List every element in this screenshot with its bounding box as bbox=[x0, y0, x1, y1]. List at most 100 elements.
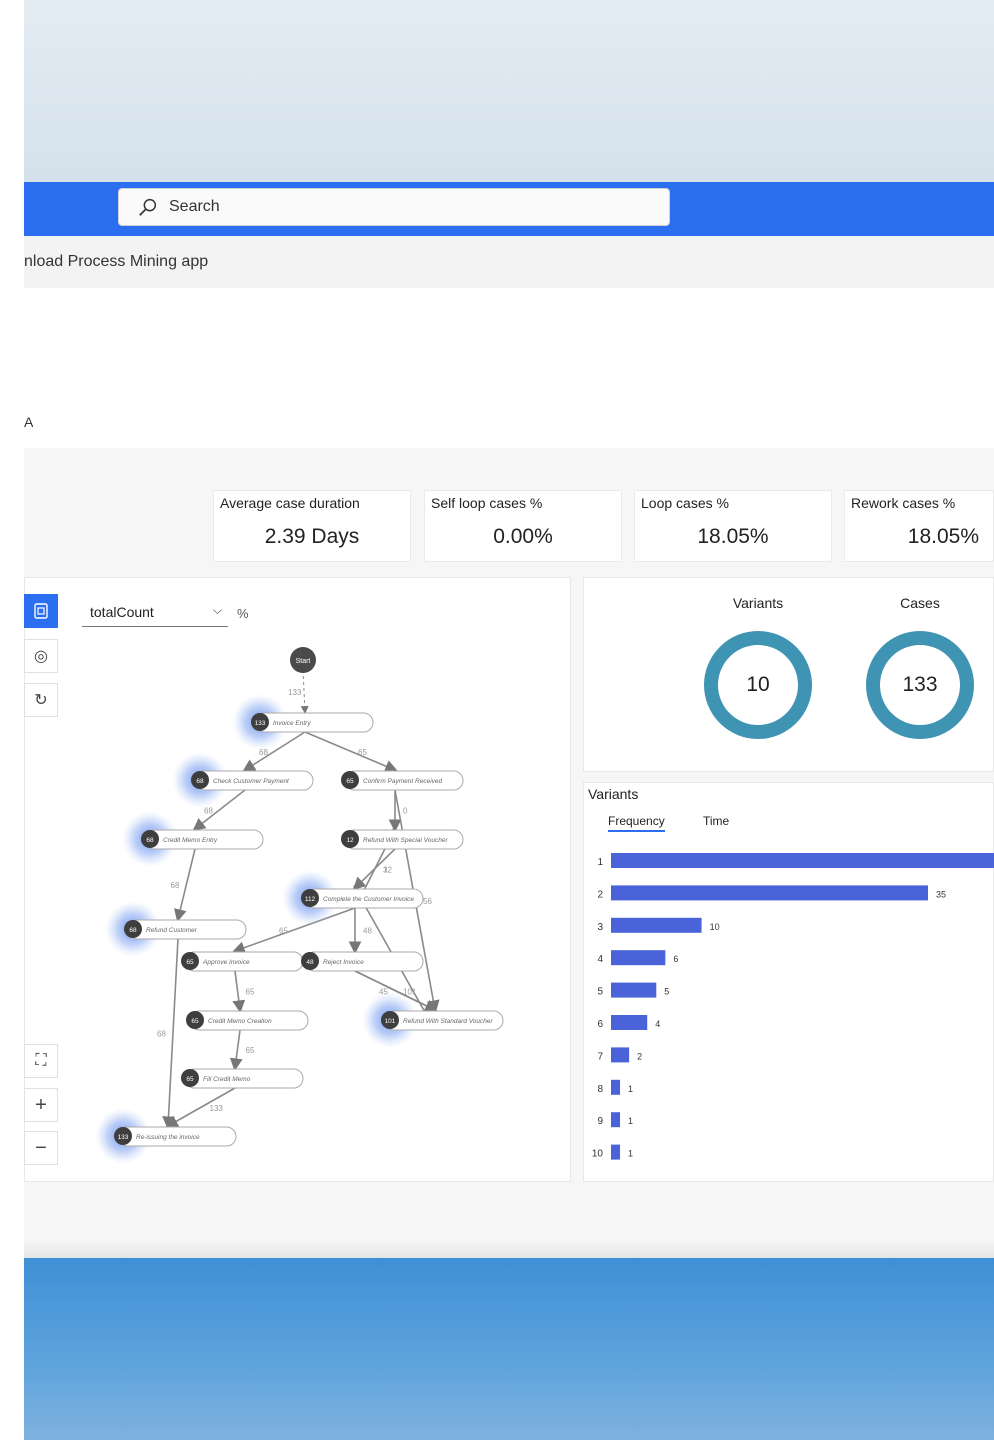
kpi-rework-cases: Rework cases % 18.05% bbox=[844, 490, 994, 562]
edge-label: 65 bbox=[246, 988, 255, 997]
kpi-self-loop-cases: Self loop cases % 0.00% bbox=[424, 490, 622, 562]
kpi-label: Self loop cases % bbox=[431, 495, 543, 511]
refresh-button[interactable]: ↻ bbox=[24, 683, 58, 717]
activity-label: Refund Customer bbox=[146, 927, 198, 934]
variant-bar-value: 1 bbox=[628, 1149, 633, 1159]
activity-label: Complete the Customer Invoice bbox=[323, 896, 414, 903]
variant-bar bbox=[611, 1112, 621, 1128]
variant-bar bbox=[611, 982, 657, 998]
fit-screen-button[interactable]: ⛶ bbox=[24, 1044, 58, 1078]
variant-bar bbox=[611, 1047, 630, 1063]
activity-count: 133 bbox=[255, 720, 266, 727]
start-node-label: Start bbox=[296, 658, 311, 665]
variant-bar-value: 2 bbox=[637, 1051, 642, 1061]
edge bbox=[162, 938, 179, 1130]
activity-count: 68 bbox=[129, 927, 137, 934]
activity-label: Refund With Standard Voucher bbox=[403, 1018, 494, 1025]
coin-button[interactable]: ◎ bbox=[24, 639, 58, 673]
kpi-value: 0.00% bbox=[493, 525, 553, 548]
edge-label: 0 bbox=[403, 807, 408, 816]
zoom-in-icon: + bbox=[35, 1093, 47, 1116]
edge-label: 68 bbox=[171, 881, 180, 890]
activity-count: 65 bbox=[186, 959, 194, 966]
map-view-button[interactable] bbox=[24, 594, 58, 628]
metric-select-value: totalCount bbox=[90, 604, 154, 620]
activity-count: 112 bbox=[305, 896, 316, 903]
variant-rank-label: 9 bbox=[597, 1116, 603, 1127]
edge bbox=[165, 1087, 236, 1128]
window-shadow bbox=[24, 1240, 994, 1260]
variant-bar bbox=[611, 1144, 621, 1160]
cases-donut: 133 bbox=[866, 631, 974, 739]
edge bbox=[232, 970, 246, 1014]
activity-label: Credit Memo Entry bbox=[163, 837, 218, 844]
variant-bar bbox=[611, 950, 666, 966]
page-title-fragment: A bbox=[24, 414, 34, 430]
tab-time[interactable]: Time bbox=[703, 814, 729, 828]
metric-select[interactable]: totalCount ⌵ bbox=[82, 600, 228, 627]
edge-label: 133 bbox=[288, 688, 302, 697]
donut-title-variants: Variants bbox=[732, 595, 784, 611]
activity-label: Invoice Entry bbox=[273, 720, 311, 727]
variant-bar-value: 1 bbox=[628, 1084, 633, 1094]
edge-label: 3 bbox=[383, 866, 388, 875]
edge-label: 65 bbox=[246, 1046, 255, 1055]
activity-label: Confirm Payment Received bbox=[363, 778, 442, 785]
kpi-value: 18.05% bbox=[697, 525, 769, 548]
variant-bar-value: 35 bbox=[936, 889, 946, 899]
zoom-out-button[interactable]: − bbox=[24, 1131, 58, 1165]
variant-rank-label: 10 bbox=[592, 1149, 604, 1160]
variants-donut: 10 bbox=[704, 631, 812, 739]
coin-icon: ◎ bbox=[34, 648, 48, 665]
activity-count: 65 bbox=[186, 1076, 194, 1083]
activity-label: Re-issuing the invoice bbox=[136, 1134, 200, 1141]
kpi-label: Loop cases % bbox=[641, 495, 729, 511]
kpi-label: Average case duration bbox=[220, 495, 360, 511]
variant-rank-label: 5 bbox=[597, 987, 603, 998]
variant-bar-value: 6 bbox=[673, 954, 678, 964]
variant-bar-value: 1 bbox=[628, 1116, 633, 1126]
activity-count: 12 bbox=[346, 837, 354, 844]
edge-label: 56 bbox=[423, 897, 432, 906]
activity-label: Approve Invoice bbox=[202, 959, 250, 966]
zoom-in-button[interactable]: + bbox=[24, 1088, 58, 1122]
edge-label: 68 bbox=[204, 807, 213, 816]
edge-label: 65 bbox=[279, 927, 288, 936]
kpi-value: 2.39 Days bbox=[264, 525, 360, 548]
variant-bar bbox=[611, 917, 702, 933]
search-input[interactable]: Search bbox=[118, 188, 670, 226]
variant-rank-label: 6 bbox=[597, 1019, 603, 1030]
donut-title-cases: Cases bbox=[900, 595, 940, 611]
variant-bar bbox=[611, 1015, 648, 1030]
variant-rank-label: 8 bbox=[597, 1084, 603, 1095]
kpi-value: 18.05% bbox=[907, 525, 979, 548]
zoom-out-icon: − bbox=[35, 1136, 47, 1159]
app-title: nload Process Mining app bbox=[24, 253, 209, 270]
activity-label: Check Customer Payment bbox=[213, 778, 290, 785]
map-view-icon bbox=[34, 603, 48, 619]
desktop-background-bottom bbox=[24, 1258, 994, 1440]
variant-bar bbox=[611, 853, 994, 868]
activity-count: 65 bbox=[346, 778, 354, 785]
variant-rank-label: 2 bbox=[597, 889, 603, 900]
process-map-graph[interactable]: 1336865680681235665486510145686565133 St… bbox=[90, 640, 560, 1180]
kpi-average-case-duration: Average case duration 2.39 Days bbox=[213, 490, 411, 562]
edge bbox=[300, 669, 309, 714]
variant-bar bbox=[611, 885, 928, 901]
edge-label: 133 bbox=[210, 1104, 224, 1113]
tab-frequency[interactable]: Frequency bbox=[608, 814, 665, 832]
activity-count: 68 bbox=[146, 837, 154, 844]
variant-bar-value: 5 bbox=[664, 987, 669, 997]
activity-label: Credit Memo Creation bbox=[208, 1018, 272, 1025]
desktop-background-top bbox=[0, 0, 994, 182]
activity-count: 133 bbox=[118, 1134, 129, 1141]
search-placeholder: Search bbox=[169, 198, 220, 215]
kpi-label: Rework cases % bbox=[851, 495, 956, 511]
variant-rank-label: 7 bbox=[597, 1051, 603, 1062]
percent-toggle[interactable]: % bbox=[237, 606, 249, 621]
left-margin bbox=[0, 0, 24, 1440]
variants-title: Variants bbox=[588, 786, 639, 802]
fit-screen-icon: ⛶ bbox=[35, 1052, 47, 1069]
variant-rank-label: 1 bbox=[597, 857, 603, 868]
search-icon bbox=[139, 198, 157, 216]
